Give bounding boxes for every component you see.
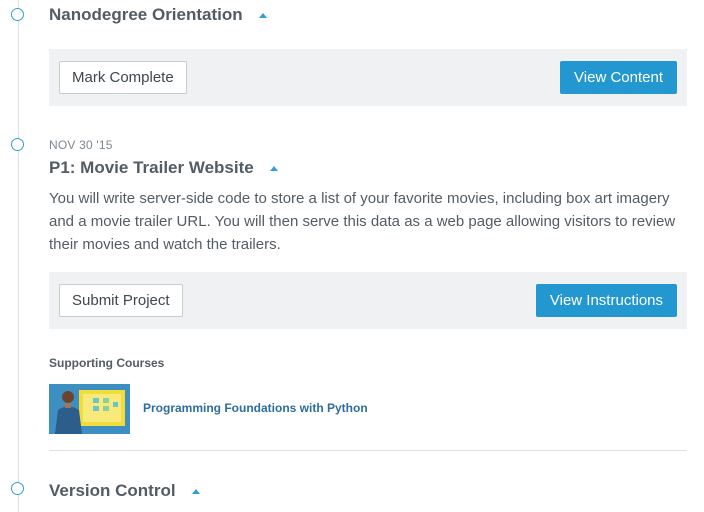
timeline-line [18, 0, 19, 512]
submit-project-button[interactable]: Submit Project [59, 284, 183, 317]
supporting-courses-label: Supporting Courses [49, 356, 165, 370]
course-thumbnail[interactable] [49, 384, 130, 434]
timeline-circle-icon [11, 138, 24, 151]
section-p1-movie-trailer: NOV 30 '15 [49, 138, 687, 152]
action-bar: Mark Complete View Content [49, 49, 687, 106]
course-item[interactable]: Programming Foundations with Python [49, 384, 687, 434]
action-bar: Submit Project View Instructions [49, 272, 687, 329]
section-title[interactable]: P1: Movie Trailer Website [49, 158, 687, 178]
section-title-label: Version Control [49, 481, 176, 500]
nanodegree-syllabus-page: Nanodegree Orientation Mark Complete Vie… [0, 0, 704, 512]
project-description: You will write server-side code to store… [49, 190, 676, 253]
timeline-circle-icon [11, 482, 24, 495]
course-thumbnail-image [49, 384, 130, 434]
section-p1-header: P1: Movie Trailer Website [49, 158, 687, 178]
section-nanodegree-orientation: Nanodegree Orientation [49, 5, 687, 25]
project-description-block: You will write server-side code to store… [49, 187, 687, 256]
project-due-date: NOV 30 '15 [49, 138, 113, 152]
section-title[interactable]: Version Control [49, 481, 687, 501]
section-version-control: Version Control [49, 481, 687, 501]
supporting-courses: Supporting Courses [49, 356, 687, 370]
mark-complete-button[interactable]: Mark Complete [59, 61, 187, 94]
caret-up-icon[interactable] [269, 165, 278, 171]
timeline-circle-icon [11, 8, 24, 21]
course-link-python[interactable]: Programming Foundations with Python [143, 401, 368, 415]
caret-up-icon[interactable] [258, 12, 267, 18]
section-divider [49, 450, 687, 451]
section-title-label: Nanodegree Orientation [49, 5, 243, 24]
view-content-button[interactable]: View Content [560, 61, 677, 94]
caret-up-icon[interactable] [191, 488, 200, 494]
section-title[interactable]: Nanodegree Orientation [49, 5, 687, 25]
section-title-label: P1: Movie Trailer Website [49, 158, 254, 177]
view-instructions-button[interactable]: View Instructions [535, 284, 677, 317]
